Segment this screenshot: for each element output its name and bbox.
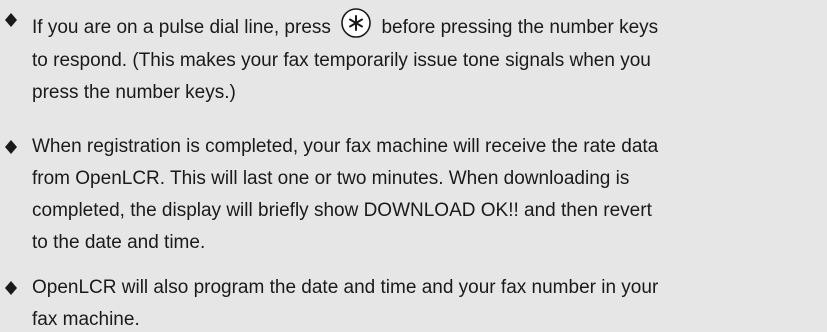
bullet-1-line-1: If you are on a pulse dial line, press b… bbox=[32, 7, 659, 47]
bullet-2-line-2: from OpenLCR. This will last one or two … bbox=[32, 168, 630, 189]
asterisk-key-icon bbox=[340, 7, 372, 45]
bullet-1-line-2: to respond. (This makes your fax tempora… bbox=[32, 50, 651, 71]
bullet-2-line-4: to the date and time. bbox=[32, 232, 206, 253]
bullet-2-line-1: When registration is completed, your fax… bbox=[32, 136, 659, 157]
bullet-1-line-1-text-before: If you are on a pulse dial line, press bbox=[32, 17, 337, 39]
bullet-1-line-3: press the number keys.) bbox=[32, 82, 236, 103]
document-page: If you are on a pulse dial line, press b… bbox=[0, 0, 827, 332]
bullet-2-line-3: completed, the display will briefly show… bbox=[32, 200, 652, 221]
bullet-3-line-2: fax machine. bbox=[32, 309, 140, 330]
bullet-1-line-1-text-after: before pressing the number keys bbox=[376, 17, 659, 39]
diamond-bullet-icon bbox=[4, 136, 18, 158]
diamond-bullet-icon bbox=[4, 277, 18, 299]
diamond-bullet-icon bbox=[4, 9, 18, 31]
bullet-3-line-1: OpenLCR will also program the date and t… bbox=[32, 277, 659, 298]
